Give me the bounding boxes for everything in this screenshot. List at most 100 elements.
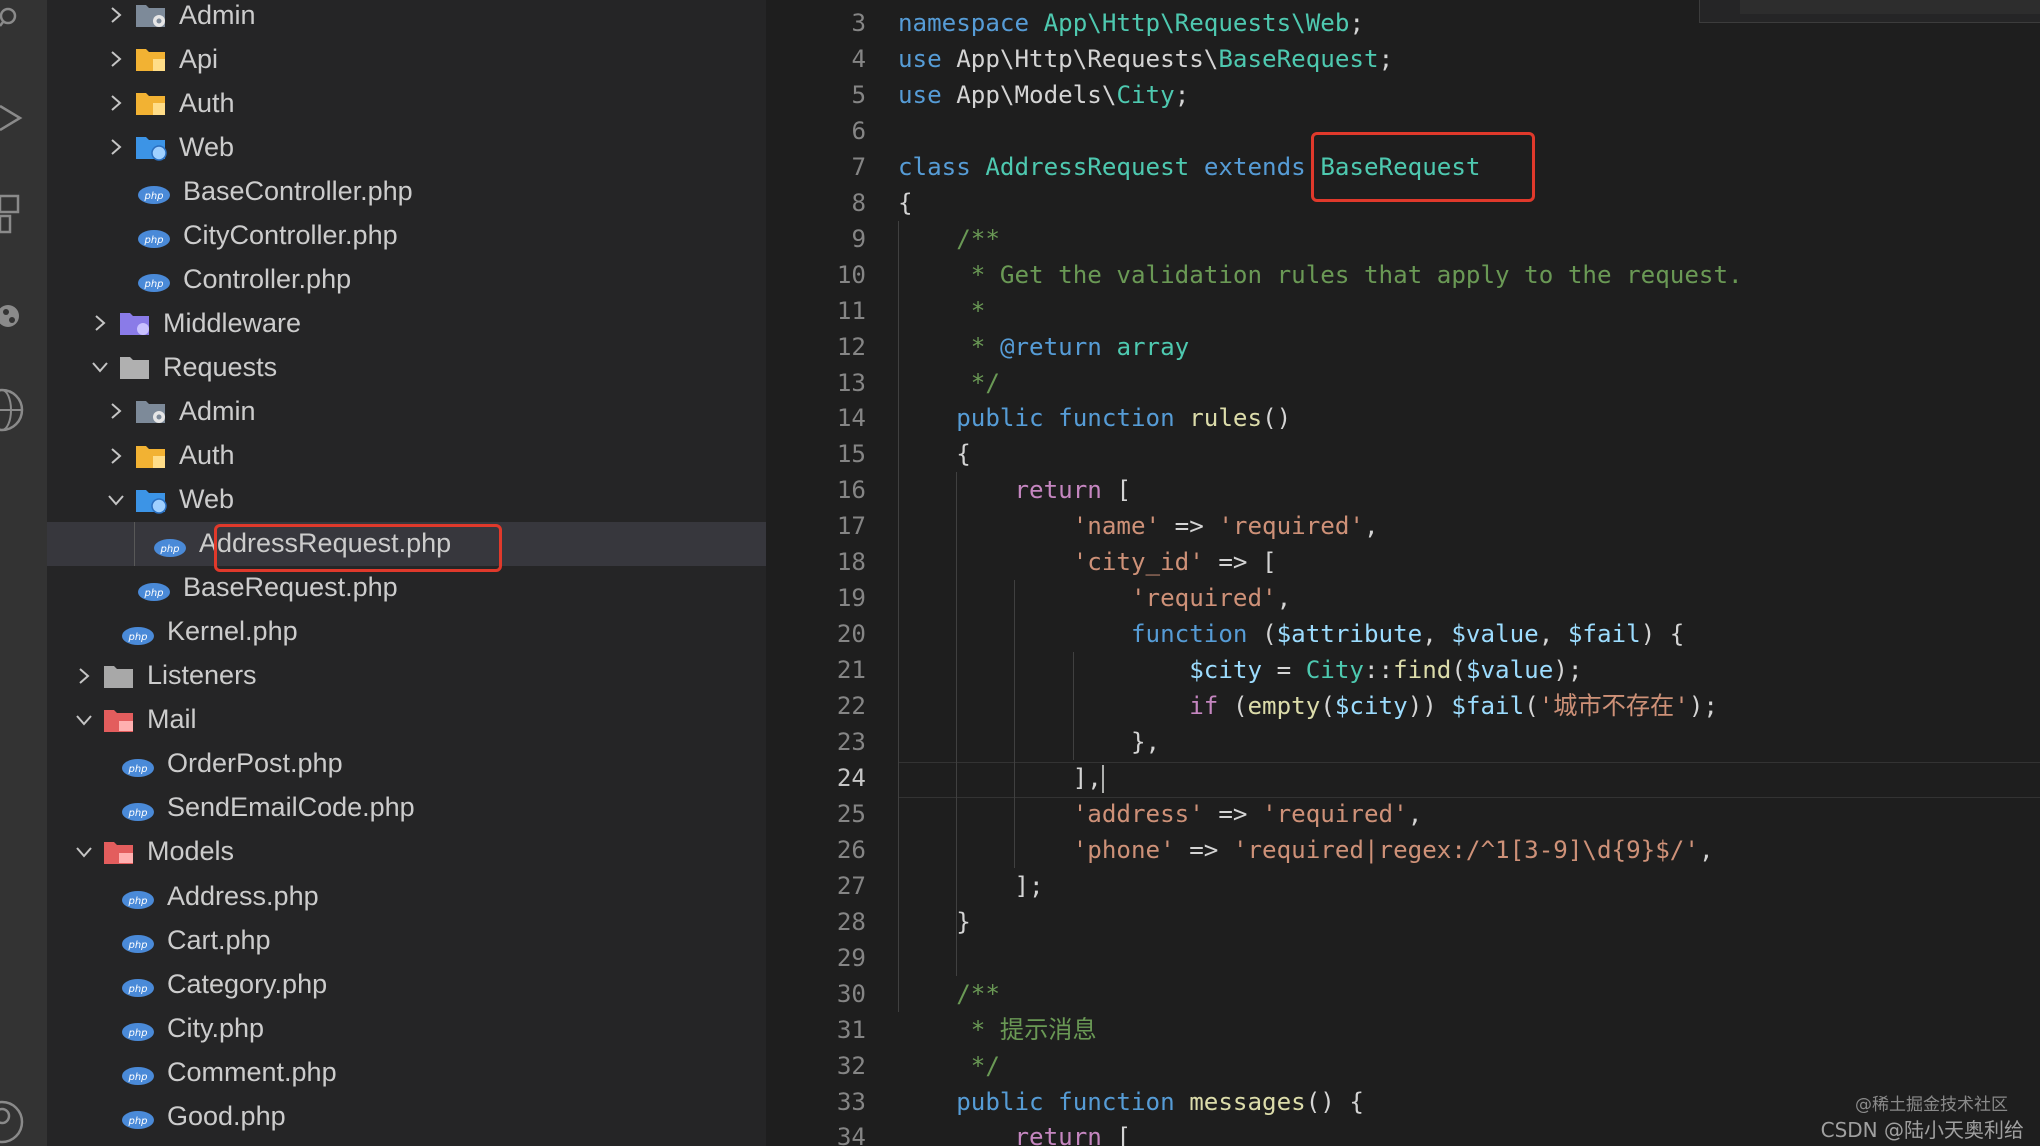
file-item[interactable]: php Good.php bbox=[47, 1094, 766, 1138]
code-line: if (empty($city)) $fail('城市不存在'); bbox=[898, 688, 1718, 724]
file-item[interactable]: php SendEmailCode.php bbox=[47, 786, 766, 830]
chevron-right-icon[interactable] bbox=[105, 37, 127, 81]
chevron-right-icon[interactable] bbox=[89, 301, 111, 345]
svg-text:php: php bbox=[159, 544, 179, 555]
file-item[interactable]: php Controller.php bbox=[47, 257, 766, 301]
file-item[interactable]: php Address.php bbox=[47, 874, 766, 918]
chevron-right-icon[interactable] bbox=[105, 434, 127, 478]
code-editor[interactable]: 3 4 5 6 7 8 9 10 11 12 13 14 15 16 17 18 19 20 21 22 23 24 25 2… bbox=[766, 0, 2040, 1146]
code-token: return bbox=[898, 1123, 1117, 1146]
code-token: ( bbox=[1320, 692, 1335, 721]
folder-item[interactable]: Models bbox=[47, 830, 766, 874]
code-token: BaseRequest bbox=[1218, 44, 1379, 73]
folder-item[interactable]: Listeners bbox=[47, 654, 766, 698]
line-number: 7 bbox=[851, 152, 866, 181]
code-token: , bbox=[1538, 620, 1568, 649]
indent-guide bbox=[134, 521, 135, 566]
code-token: function bbox=[898, 620, 1263, 649]
folder-item[interactable]: Web bbox=[47, 125, 766, 169]
file-item[interactable]: php BaseController.php bbox=[47, 169, 766, 213]
svg-text:php: php bbox=[127, 1116, 147, 1127]
account-icon[interactable] bbox=[0, 1098, 30, 1144]
line-number: 25 bbox=[836, 799, 866, 828]
code-token: ]; bbox=[898, 871, 1044, 900]
file-item[interactable]: php BaseRequest.php bbox=[47, 566, 766, 610]
folder-item[interactable]: Web bbox=[47, 478, 766, 522]
folder-item[interactable]: Middleware bbox=[47, 301, 766, 345]
chevron-down-icon[interactable] bbox=[73, 698, 95, 742]
code-token: => bbox=[1160, 512, 1219, 541]
chevron-right-icon[interactable] bbox=[73, 654, 95, 698]
php-file-icon: php bbox=[121, 754, 155, 777]
text-cursor bbox=[1101, 764, 1104, 793]
code-token: ; bbox=[1378, 44, 1394, 73]
folder-item[interactable]: Admin bbox=[47, 389, 766, 433]
line-number: 30 bbox=[836, 979, 866, 1008]
folder-icon bbox=[135, 133, 167, 161]
folder-item[interactable]: Admin bbox=[47, 0, 766, 37]
code-line: /** bbox=[898, 976, 1000, 1012]
code-token: $value bbox=[1451, 620, 1539, 649]
folder-item[interactable]: Auth bbox=[47, 81, 766, 125]
file-item[interactable]: php CityController.php bbox=[47, 213, 766, 257]
folder-item[interactable]: Api bbox=[47, 37, 766, 81]
tree-item-label: Web bbox=[179, 484, 235, 515]
svg-text:php: php bbox=[143, 588, 163, 599]
chevron-right-icon[interactable] bbox=[105, 125, 127, 169]
php-file-icon: php bbox=[137, 181, 171, 205]
code-token: array bbox=[1116, 332, 1190, 361]
code-token: if bbox=[898, 692, 1233, 721]
folder-item[interactable]: Mail bbox=[47, 698, 766, 742]
code-token: ], bbox=[898, 763, 1102, 792]
chevron-right-icon[interactable] bbox=[105, 0, 127, 37]
globe-icon[interactable] bbox=[0, 388, 30, 432]
file-item[interactable]: php OrderPost.php bbox=[47, 742, 766, 786]
tree-item-label: BaseController.php bbox=[183, 175, 413, 206]
highlight-box-addressrequest bbox=[214, 524, 502, 572]
folder-item[interactable]: Requests bbox=[47, 345, 766, 389]
code-token: App\Models\ bbox=[956, 80, 1117, 109]
svg-text:php: php bbox=[127, 984, 147, 995]
code-token: , bbox=[1276, 584, 1292, 613]
folder-icon bbox=[135, 89, 167, 117]
tree-item-label: Controller.php bbox=[183, 263, 352, 294]
activity-bar bbox=[0, 0, 47, 1146]
file-item[interactable]: php Kernel.php bbox=[47, 610, 766, 654]
code-token: */ bbox=[898, 368, 1000, 397]
chevron-right-icon[interactable] bbox=[105, 81, 127, 125]
search-icon[interactable] bbox=[0, 0, 30, 40]
code-token: * Get the validation rules that apply to… bbox=[898, 260, 1743, 289]
code-token: ( bbox=[1451, 656, 1466, 685]
code-line: { bbox=[898, 185, 913, 221]
file-item[interactable]: php City.php bbox=[47, 1006, 766, 1050]
chevron-down-icon[interactable] bbox=[105, 478, 127, 522]
code-line: * 提示消息 bbox=[898, 1012, 1097, 1048]
code-token: return bbox=[898, 476, 1117, 505]
code-token: :: bbox=[1364, 656, 1394, 685]
code-token: ) { bbox=[1640, 620, 1685, 649]
code-token: , bbox=[1698, 835, 1714, 864]
chevron-down-icon[interactable] bbox=[89, 345, 111, 389]
minimap[interactable] bbox=[1699, 0, 2040, 23]
line-number: 32 bbox=[836, 1051, 866, 1080]
folder-item[interactable]: Auth bbox=[47, 434, 766, 478]
run-debug-icon[interactable] bbox=[0, 98, 30, 138]
file-item[interactable]: php Cart.php bbox=[47, 918, 766, 962]
line-number: 16 bbox=[836, 476, 866, 505]
code-token: ; bbox=[1174, 80, 1190, 109]
code-line: { bbox=[898, 436, 971, 472]
code-line: ]; bbox=[898, 868, 1044, 904]
php-file-icon: php bbox=[121, 1106, 155, 1130]
file-item[interactable]: php Category.php bbox=[47, 962, 766, 1006]
folder-icon bbox=[135, 45, 167, 73]
code-token: () bbox=[1262, 404, 1292, 433]
extensions-icon[interactable] bbox=[0, 190, 30, 234]
remote-icon[interactable] bbox=[0, 298, 30, 338]
chevron-down-icon[interactable] bbox=[73, 830, 95, 874]
file-item[interactable]: php Comment.php bbox=[47, 1050, 766, 1094]
chevron-right-icon[interactable] bbox=[105, 389, 127, 433]
